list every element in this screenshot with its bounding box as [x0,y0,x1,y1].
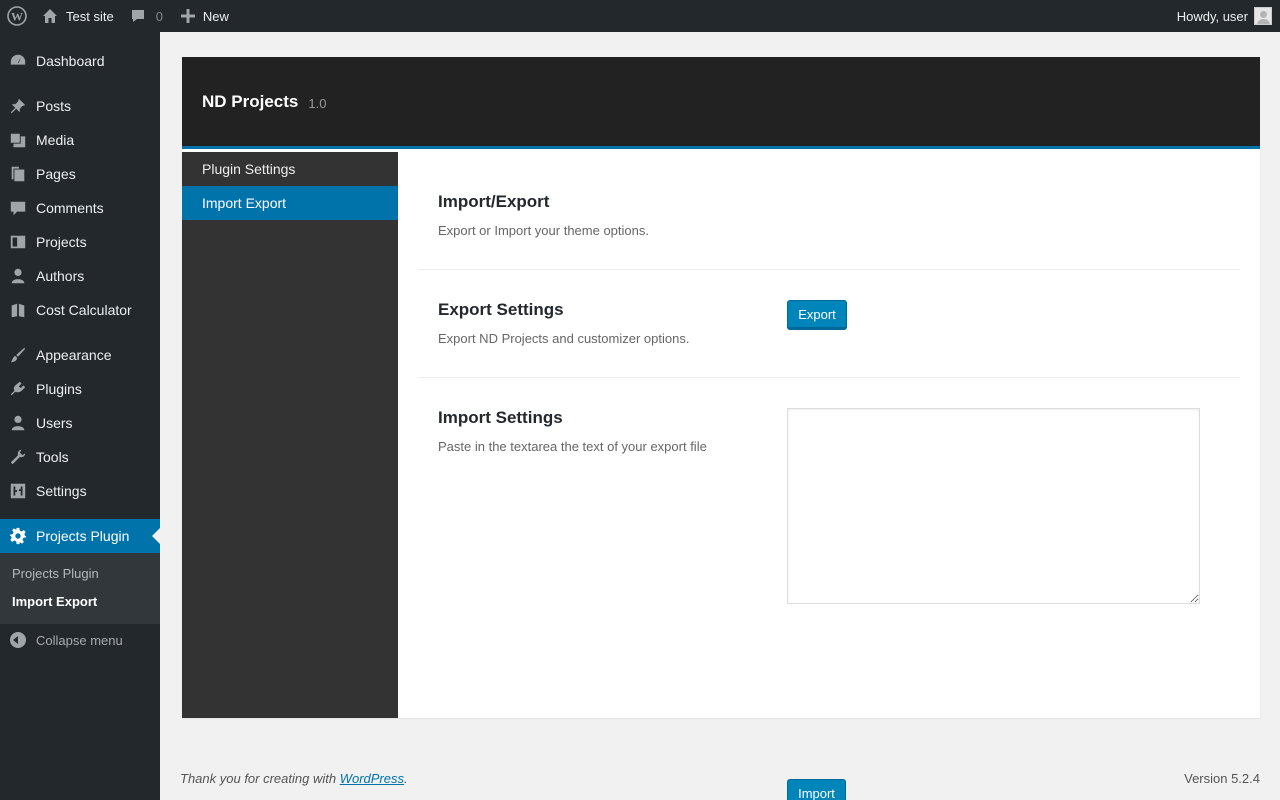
dashboard-icon [0,52,36,70]
menu-label: Dashboard [36,53,105,69]
sliders-icon [0,482,36,500]
tab-import-export[interactable]: Import Export [182,186,398,220]
menu-item-pages[interactable]: Pages [0,157,160,191]
svg-text:W: W [11,10,23,24]
panel-body: Plugin Settings Import Export Import/Exp… [182,152,1260,800]
menu-label: Tools [36,449,69,465]
menu-label: Projects Plugin [36,528,130,544]
submenu-item-import-export[interactable]: Import Export [0,588,160,616]
menu-item-users[interactable]: Users [0,406,160,440]
menu-label: Users [36,415,73,431]
menu-item-posts[interactable]: Posts [0,89,160,123]
menu-label: Comments [36,200,104,216]
import-textarea[interactable] [787,408,1200,604]
menu-item-media[interactable]: Media [0,123,160,157]
wrench-icon [0,448,36,466]
menu-item-projects[interactable]: Projects [0,225,160,259]
user-account-link[interactable]: Howdy, user [1169,0,1280,32]
section-import-export: Import/Export Export or Import your them… [418,152,1240,270]
section-description: Paste in the textarea the text of your e… [438,439,707,454]
plus-icon [180,9,195,23]
pin-icon [0,97,36,115]
menu-label: Plugins [36,381,82,397]
menu-label: Appearance [36,347,112,363]
comment-icon [131,10,144,22]
user-icon [0,267,36,285]
brush-icon [0,346,36,364]
wordpress-link[interactable]: WordPress [340,771,404,786]
comment-icon [0,199,36,217]
section-export-settings: Export Settings Export ND Projects and c… [418,270,1240,378]
tab-plugin-settings[interactable]: Plugin Settings [182,152,398,186]
new-content-link[interactable]: New [171,0,237,32]
menu-item-comments[interactable]: Comments [0,191,160,225]
panel-header: ND Projects 1.0 [182,57,1260,149]
footer-thanks-suffix: . [404,771,408,786]
comments-link[interactable]: 0 [122,0,171,32]
menu-label: Authors [36,268,85,284]
panel-tabs: Plugin Settings Import Export [182,152,398,718]
site-name: Test site [66,8,114,24]
menu-item-cost-calculator[interactable]: Cost Calculator [0,293,160,327]
menu-item-tools[interactable]: Tools [0,440,160,474]
menu-item-authors[interactable]: Authors [0,259,160,293]
footer-thanks: Thank you for creating with WordPress. [180,771,408,786]
pages-icon [0,165,36,183]
section-description: Export ND Projects and customizer option… [438,331,690,346]
menu-item-dashboard[interactable]: Dashboard [0,44,160,78]
menu-label: Projects [36,234,87,250]
menu-item-appearance[interactable]: Appearance [0,338,160,372]
menu-label: Posts [36,98,72,114]
avatar [1254,7,1272,25]
footer-version: Version 5.2.4 [1184,771,1260,786]
import-button[interactable]: Import [787,779,846,800]
home-icon [43,9,57,23]
comment-count: 0 [155,8,163,24]
menu-item-plugins[interactable]: Plugins [0,372,160,406]
menu-label: Cost Calculator [36,302,132,318]
calculator-icon [0,301,36,319]
collapse-arrow-icon [0,632,36,648]
menu-label: Media [36,132,75,148]
media-icon [0,131,36,149]
admin-menu: Dashboard Posts Media Pages Comments Pro… [0,32,160,800]
panel-main: Import/Export Export or Import your them… [398,152,1260,800]
wordpress-logo-icon[interactable]: W [0,0,34,32]
user-icon [0,414,36,432]
panel-title: ND Projects [202,91,299,111]
gear-icon [0,527,36,545]
section-title: Export Settings [438,300,564,319]
howdy-text: Howdy, user [1176,8,1248,24]
footer-thanks-prefix: Thank you for creating with [180,771,340,786]
collapse-menu-button[interactable]: Collapse menu [0,624,160,656]
new-label: New [202,8,229,24]
menu-item-projects-plugin[interactable]: Projects Plugin [0,519,160,553]
collapse-label: Collapse menu [36,632,123,648]
section-import-settings: Import Settings Paste in the textarea th… [418,378,1240,800]
section-title: Import/Export [438,192,550,211]
section-title: Import Settings [438,408,563,427]
panel-version: 1.0 [308,95,327,111]
site-link[interactable]: Test site [34,0,122,32]
admin-bar: W Test site 0 New Howdy, user [0,0,1280,32]
section-description: Export or Import your theme options. [438,223,649,238]
submenu-item-projects-plugin[interactable]: Projects Plugin [0,560,160,588]
menu-label: Settings [36,483,87,499]
export-button[interactable]: Export [787,300,847,329]
menu-label: Pages [36,166,76,182]
submenu: Projects Plugin Import Export [0,553,160,624]
plugin-panel: ND Projects 1.0 Plugin Settings Import E… [182,57,1260,800]
plug-icon [0,380,36,398]
projects-icon [0,233,36,251]
menu-item-settings[interactable]: Settings [0,474,160,508]
